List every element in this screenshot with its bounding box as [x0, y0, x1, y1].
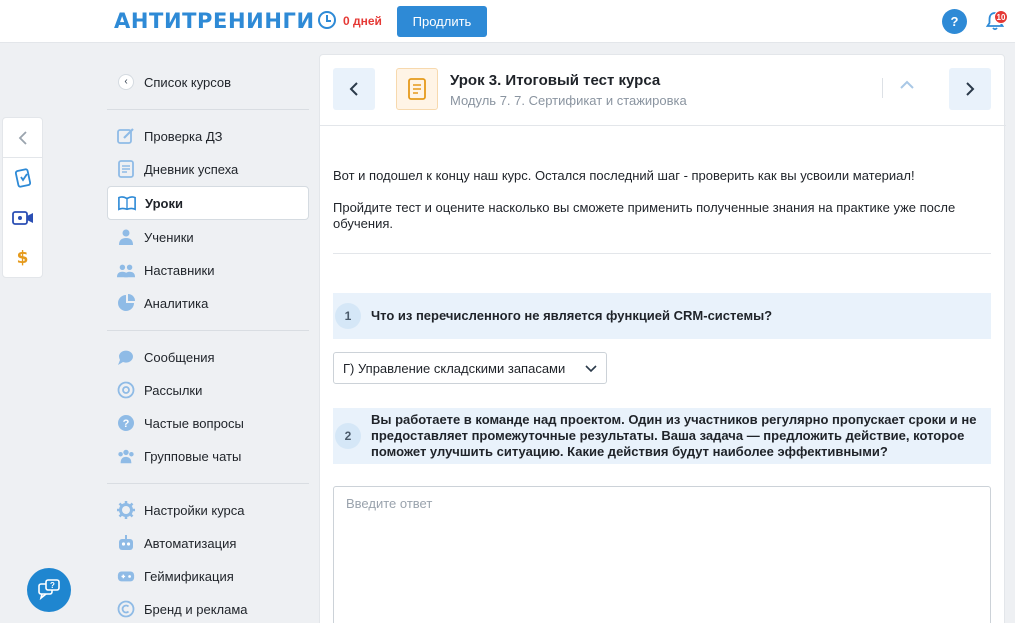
- group-chat-icon: [118, 449, 134, 464]
- chevron-up-icon: [900, 80, 914, 89]
- answer-select[interactable]: Г) Управление складскими запасами: [333, 352, 607, 384]
- gamepad-icon: [117, 571, 135, 582]
- gear-icon: [117, 501, 135, 519]
- question-icon: ?: [118, 415, 134, 431]
- book-icon: [118, 196, 136, 211]
- support-chat-button[interactable]: ?: [27, 568, 71, 612]
- sidebar-item-faq[interactable]: ? Частые вопросы: [107, 407, 309, 439]
- selected-answer: Г) Управление складскими запасами: [343, 360, 566, 376]
- extend-button[interactable]: Продлить: [397, 6, 487, 37]
- sidebar-item-label: Автоматизация: [144, 535, 237, 551]
- rail-video-button[interactable]: [3, 198, 42, 238]
- content-divider: [333, 253, 991, 254]
- diary-icon: [118, 160, 134, 178]
- answer-textarea[interactable]: [333, 486, 991, 623]
- days-left: 0 дней: [343, 14, 382, 28]
- mentors-icon: [117, 264, 135, 278]
- course-book-icon: [14, 168, 31, 188]
- chevron-left-icon: ‹: [118, 74, 134, 90]
- sidebar-item-label: Ученики: [144, 229, 194, 245]
- edit-icon: [117, 128, 134, 144]
- messages-icon: [118, 350, 133, 365]
- sidebar-item-brand[interactable]: Бренд и реклама: [107, 593, 309, 623]
- question-text: Вы работаете в команде над проектом. Оди…: [371, 412, 977, 459]
- lesson-module: Модуль 7. 7. Сертификат и стажировка: [450, 93, 687, 108]
- back-label: Список курсов: [144, 74, 232, 90]
- sidebar-item-mentors[interactable]: Наставники: [107, 254, 309, 286]
- sidebar-item-automation[interactable]: Автоматизация: [107, 527, 309, 559]
- robot-icon: [119, 535, 133, 550]
- header-divider: [882, 78, 883, 98]
- svg-text:?: ?: [123, 418, 130, 430]
- sidebar-item-label: Настройки курса: [144, 502, 245, 518]
- sidebar-item-label: Аналитика: [144, 295, 209, 311]
- question-1: 1 Что из перечисленного не является функ…: [333, 293, 991, 339]
- sidebar-item-students[interactable]: Ученики: [107, 221, 309, 253]
- sidebar-item-label: Уроки: [145, 195, 183, 211]
- students-icon: [119, 229, 133, 245]
- lesson-document-icon: [396, 68, 438, 110]
- lesson-header: Урок 3. Итоговый тест курса Модуль 7. 7.…: [320, 55, 1006, 126]
- sidebar-item-label: Геймификация: [144, 568, 234, 584]
- svg-text:?: ?: [50, 581, 55, 590]
- lesson-title: Урок 3. Итоговый тест курса: [450, 72, 661, 89]
- chevron-down-icon: [585, 365, 597, 373]
- notification-badge: 10: [994, 10, 1008, 24]
- help-button[interactable]: ?: [942, 9, 967, 34]
- sidebar-item-analytics[interactable]: Аналитика: [107, 287, 309, 319]
- sidebar-item-lessons[interactable]: Уроки: [107, 186, 309, 220]
- sidebar-item-label: Наставники: [144, 262, 215, 278]
- rail-courses-button[interactable]: [3, 158, 42, 198]
- sidebar-item-label: Проверка ДЗ: [144, 128, 223, 144]
- sidebar-divider: [107, 330, 309, 331]
- video-camera-icon: [11, 211, 33, 225]
- pie-chart-icon: [118, 294, 135, 311]
- sidebar-item-label: Частые вопросы: [144, 415, 244, 431]
- question-text: Что из перечисленного не является функци…: [371, 308, 773, 323]
- sidebar-divider: [107, 109, 309, 110]
- chevron-right-icon: [966, 82, 975, 96]
- collapse-up-button[interactable]: [900, 77, 914, 94]
- sidebar-item-label: Групповые чаты: [144, 448, 242, 464]
- question-2: 2 Вы работаете в команде над проектом. О…: [333, 408, 991, 464]
- sidebar-item-homework-review[interactable]: Проверка ДЗ: [107, 120, 309, 152]
- sidebar-item-success-diary[interactable]: Дневник успеха: [107, 153, 309, 185]
- chevron-left-icon: [349, 82, 358, 96]
- previous-lesson-button[interactable]: [333, 68, 375, 110]
- intro-paragraph: Вот и подошел к концу наш курс. Остался …: [333, 168, 915, 183]
- clock-icon: [318, 11, 336, 29]
- chat-icon: ?: [38, 579, 60, 601]
- dollar-icon[interactable]: $: [3, 238, 42, 278]
- next-lesson-button[interactable]: [949, 68, 991, 110]
- sidebar-item-label: Бренд и реклама: [144, 601, 248, 617]
- sidebar-item-label: Дневник успеха: [144, 161, 239, 177]
- question-number: 1: [335, 303, 361, 329]
- sidebar-divider: [107, 483, 309, 484]
- collapse-button[interactable]: [3, 118, 42, 158]
- sidebar-item-mailings[interactable]: Рассылки: [107, 374, 309, 406]
- question-number: 2: [335, 423, 361, 449]
- chevron-left-icon: [18, 130, 27, 145]
- icon-rail: $: [2, 117, 43, 278]
- lesson-panel: Урок 3. Итоговый тест курса Модуль 7. 7.…: [319, 54, 1006, 623]
- sidebar-item-messages[interactable]: Сообщения: [107, 341, 309, 373]
- sidebar-item-label: Сообщения: [144, 349, 215, 365]
- logo[interactable]: АНТИТРЕНИНГИ: [114, 9, 315, 33]
- back-to-courses-link[interactable]: ‹ Список курсов: [107, 66, 309, 98]
- sidebar-item-group-chats[interactable]: Групповые чаты: [107, 440, 309, 472]
- sidebar-item-label: Рассылки: [144, 382, 203, 398]
- top-bar: АНТИТРЕНИНГИ 0 дней Продлить ? 10: [0, 0, 1015, 43]
- lesson-intro: Вот и подошел к концу наш курс. Остался …: [333, 168, 983, 232]
- copyright-icon: [117, 600, 135, 618]
- sidebar-item-gamification[interactable]: Геймификация: [107, 560, 309, 592]
- intro-paragraph: Пройдите тест и оцените насколько вы смо…: [333, 200, 956, 231]
- at-icon: [117, 381, 135, 399]
- sidebar-item-course-settings[interactable]: Настройки курса: [107, 494, 309, 526]
